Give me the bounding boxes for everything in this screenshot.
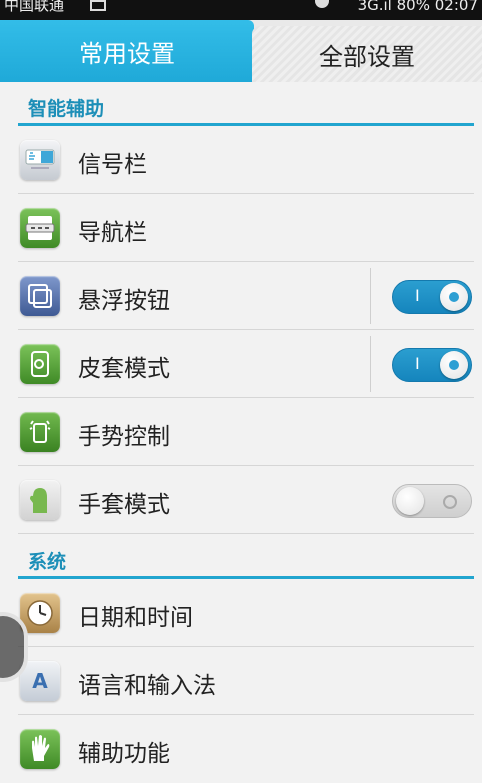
setting-row-language-input[interactable]: A 语言和输入法: [18, 647, 474, 715]
status-time: 02:07: [434, 0, 478, 14]
section-header-system: 系统: [18, 541, 474, 579]
section-title: 智能辅助: [28, 98, 105, 120]
setting-label: 日期和时间: [78, 605, 193, 631]
toggle-knob: [440, 351, 468, 379]
setting-row-floating-button[interactable]: 悬浮按钮 I: [18, 262, 474, 330]
glove-mode-icon: [20, 480, 60, 520]
setting-row-gesture-control[interactable]: 手势控制: [18, 398, 474, 466]
setting-label: 信号栏: [78, 152, 147, 178]
setting-row-cover-mode[interactable]: 皮套模式 I: [18, 330, 474, 398]
wifi-icon: [314, 0, 329, 8]
toggle-off-mark: [443, 495, 457, 509]
setting-label: 皮套模式: [78, 356, 170, 382]
setting-row-accessibility[interactable]: 辅助功能: [18, 715, 474, 783]
cover-mode-toggle[interactable]: I: [392, 348, 472, 382]
gesture-control-icon: [20, 412, 60, 452]
toggle-knob: [396, 487, 424, 515]
signal-bar-icon: [20, 140, 60, 180]
hand-icon: [20, 729, 60, 769]
section-title: 系统: [28, 551, 67, 573]
status-bar: 中国联通 3G.ıl 80% 02:07: [0, 0, 482, 20]
signal-indicator: 3G.ıl: [357, 0, 392, 14]
setting-label: 悬浮按钮: [78, 288, 170, 314]
floating-button-icon: [20, 276, 60, 316]
setting-row-glove-mode[interactable]: 手套模式: [18, 466, 474, 534]
section-header-smart-assist: 智能辅助: [18, 88, 474, 126]
glove-mode-toggle[interactable]: [392, 484, 472, 518]
setting-row-navigation-bar[interactable]: 导航栏: [18, 194, 474, 262]
setting-label: 导航栏: [78, 220, 147, 246]
image-notification-icon: [90, 0, 106, 11]
navigation-bar-icon: [20, 208, 60, 248]
battery-level: 80%: [396, 0, 430, 14]
row-divider: [370, 268, 371, 324]
cover-mode-icon: [20, 344, 60, 384]
setting-row-signal-bar[interactable]: 信号栏: [18, 126, 474, 194]
floating-button-toggle[interactable]: I: [392, 280, 472, 314]
setting-label: 手势控制: [78, 424, 170, 450]
setting-row-date-time[interactable]: 日期和时间: [18, 579, 474, 647]
tab-all-settings[interactable]: 全部设置: [252, 26, 482, 82]
setting-label: 手套模式: [78, 492, 170, 518]
row-divider: [370, 336, 371, 392]
status-right: 3G.ıl 80% 02:07: [314, 0, 478, 14]
setting-label: 语言和输入法: [78, 673, 216, 699]
toggle-on-mark: I: [415, 286, 420, 305]
carrier-name: 中国联通: [4, 0, 65, 14]
toggle-on-mark: I: [415, 354, 420, 373]
language-icon: A: [20, 661, 60, 701]
tab-common-settings[interactable]: 常用设置: [0, 20, 254, 82]
toggle-knob: [440, 283, 468, 311]
setting-label: 辅助功能: [78, 741, 170, 767]
settings-tabs: 常用设置 全部设置: [0, 20, 482, 82]
